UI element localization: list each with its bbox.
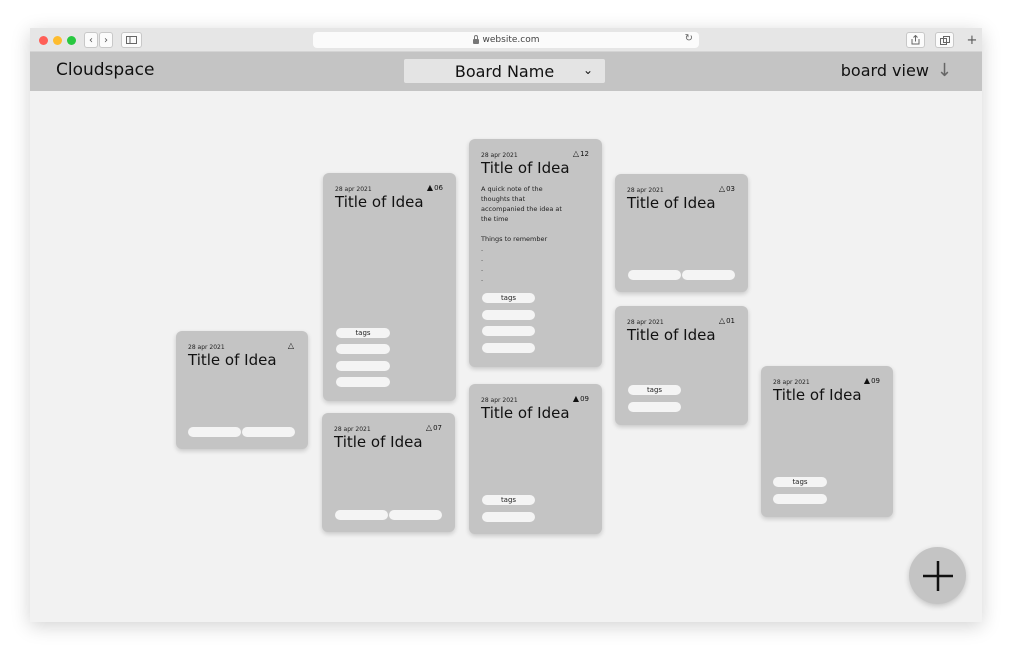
upvote-button[interactable]: ▲ 09: [572, 394, 589, 404]
tag-pill[interactable]: [336, 377, 390, 387]
upvote-icon: △: [425, 423, 433, 432]
browser-window: ‹ › website.com ↻ + Cloudspace Board Nam…: [30, 28, 982, 622]
card-title: Title of Idea: [481, 404, 570, 422]
card-note: A quick note of the thoughts that accomp…: [481, 185, 562, 283]
idea-card[interactable]: 28 apr 2021 △ 01 Title of Idea tags: [615, 306, 748, 425]
card-date: 28 apr 2021: [334, 426, 371, 433]
minimize-window-button[interactable]: [53, 36, 62, 45]
idea-card[interactable]: 28 apr 2021 ▲ 09 Title of Idea tags: [469, 384, 602, 534]
plus-icon: [922, 560, 953, 591]
maximize-window-button[interactable]: [67, 36, 76, 45]
tag-pill[interactable]: [336, 361, 390, 371]
card-title: Title of Idea: [335, 193, 424, 211]
tag-pill[interactable]: tags: [773, 477, 827, 487]
idea-card[interactable]: 28 apr 2021 △ Title of Idea: [176, 331, 308, 449]
back-icon[interactable]: ‹: [84, 32, 98, 48]
add-idea-button[interactable]: [909, 547, 966, 604]
board-view-label: board view: [840, 61, 929, 80]
tag-pill[interactable]: tags: [628, 385, 681, 395]
idea-card[interactable]: 28 apr 2021 ▲ 06 Title of Idea tags: [323, 173, 456, 401]
idea-card[interactable]: 28 apr 2021 △ 12 Title of Idea A quick no…: [469, 139, 602, 367]
vote-count: 07: [433, 424, 442, 432]
tag-pill[interactable]: tags: [336, 328, 390, 338]
upvote-icon: △: [572, 149, 580, 158]
upvote-button[interactable]: △: [288, 342, 295, 350]
upvote-filled-icon: ▲: [863, 376, 871, 385]
tag-pill[interactable]: [482, 310, 535, 320]
card-date: 28 apr 2021: [481, 152, 518, 159]
tag-pill[interactable]: [335, 510, 388, 520]
browser-titlebar: ‹ › website.com ↻ +: [30, 28, 982, 52]
card-date: 28 apr 2021: [773, 379, 810, 386]
tag-pill[interactable]: [628, 402, 681, 412]
upvote-filled-icon: ▲: [572, 394, 580, 403]
card-date: 28 apr 2021: [188, 344, 225, 351]
url-text: website.com: [482, 35, 540, 45]
chevron-down-icon: ⌄: [582, 63, 593, 77]
card-date: 28 apr 2021: [627, 319, 664, 326]
tag-pill[interactable]: [628, 270, 681, 280]
upvote-button[interactable]: △ 12: [572, 149, 589, 159]
tag-pill[interactable]: [389, 510, 442, 520]
tag-pill[interactable]: [482, 343, 535, 353]
card-title: Title of Idea: [481, 159, 570, 177]
forward-icon[interactable]: ›: [99, 32, 113, 48]
share-icon[interactable]: [906, 32, 925, 48]
card-title: Title of Idea: [627, 326, 716, 344]
card-date: 28 apr 2021: [481, 397, 518, 404]
vote-count: 12: [580, 150, 589, 158]
upvote-icon: △: [718, 316, 726, 325]
vote-count: 01: [726, 317, 735, 325]
idea-card[interactable]: 28 apr 2021 ▲ 09 Title of Idea tags: [761, 366, 893, 517]
tag-pill[interactable]: [188, 427, 241, 437]
tabs-overview-icon[interactable]: [935, 32, 954, 48]
vote-count: 06: [434, 184, 443, 192]
tag-pill[interactable]: [482, 512, 535, 522]
idea-card[interactable]: 28 apr 2021 △ 03 Title of Idea: [615, 174, 748, 292]
tag-pill[interactable]: tags: [482, 495, 535, 505]
tag-pill[interactable]: tags: [482, 293, 535, 303]
upvote-button[interactable]: △ 07: [425, 423, 442, 433]
card-date: 28 apr 2021: [335, 186, 372, 193]
address-bar[interactable]: website.com ↻: [313, 32, 699, 48]
vote-count: 09: [580, 395, 589, 403]
card-date: 28 apr 2021: [627, 187, 664, 194]
app-brand: Cloudspace: [56, 60, 155, 80]
tag-pill[interactable]: [773, 494, 827, 504]
upvote-icon: △: [287, 341, 294, 350]
card-title: Title of Idea: [188, 351, 277, 369]
vote-count: 09: [871, 377, 880, 385]
arrow-down-icon: ↓: [936, 60, 952, 81]
close-window-button[interactable]: [39, 36, 48, 45]
card-title: Title of Idea: [773, 386, 862, 404]
upvote-button[interactable]: △ 03: [718, 184, 735, 194]
idea-card[interactable]: 28 apr 2021 △ 07 Title of Idea: [322, 413, 455, 532]
upvote-icon: △: [718, 184, 726, 193]
upvote-filled-icon: ▲: [426, 183, 434, 192]
upvote-button[interactable]: △ 01: [718, 316, 735, 326]
tag-pill[interactable]: [336, 344, 390, 354]
board-view-toggle[interactable]: board view ↓: [841, 60, 952, 81]
sidebar-icon[interactable]: [121, 32, 142, 48]
upvote-button[interactable]: ▲ 06: [426, 183, 443, 193]
vote-count: 03: [726, 185, 735, 193]
tag-pill[interactable]: [682, 270, 735, 280]
reload-icon[interactable]: ↻: [685, 33, 693, 44]
card-title: Title of Idea: [627, 194, 716, 212]
lock-icon: [472, 34, 479, 44]
tag-pill[interactable]: [242, 427, 295, 437]
upvote-button[interactable]: ▲ 09: [863, 376, 880, 386]
app-header: Cloudspace Board Name ⌄ board view ↓: [30, 52, 982, 91]
board-select[interactable]: Board Name ⌄: [404, 59, 605, 83]
card-title: Title of Idea: [334, 433, 423, 451]
board-name: Board Name: [454, 61, 555, 81]
tag-pill[interactable]: [482, 326, 535, 336]
new-tab-icon[interactable]: +: [964, 32, 980, 48]
